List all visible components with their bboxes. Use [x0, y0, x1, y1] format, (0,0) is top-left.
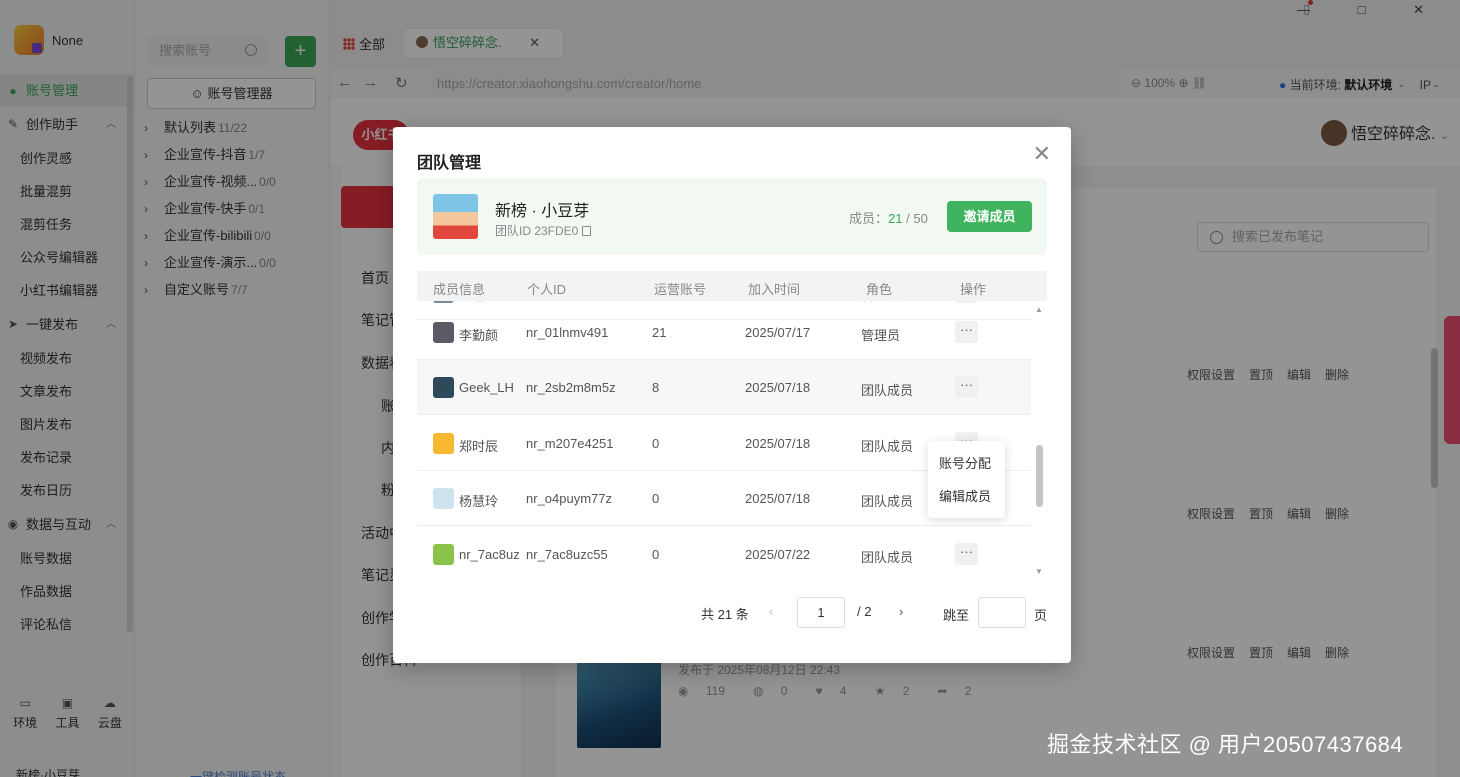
cell-joined: 2025/07/17: [745, 325, 811, 340]
avatar: [433, 301, 454, 303]
cell-id: nr_2sb2m8m5z: [526, 380, 616, 395]
cell-id: nr_7ac8uzc55: [526, 547, 608, 562]
watermark: 掘金技术社区 @ 用户20507437684: [1047, 732, 1404, 757]
column-header: 个人ID: [527, 282, 567, 297]
cell-role: 团队成员: [861, 383, 914, 398]
cell-accounts: 8: [652, 380, 660, 395]
scroll-down-icon[interactable]: ▼: [1035, 567, 1043, 576]
copy-icon[interactable]: [582, 226, 592, 236]
jump-page-input[interactable]: [978, 597, 1026, 628]
scroll-up-icon[interactable]: ▲: [1035, 305, 1043, 314]
member-table-header: 成员信息 个人ID 运营账号 加入时间 角色 操作: [417, 271, 1047, 301]
invite-member-button[interactable]: 邀请成员: [947, 201, 1032, 232]
cell-accounts: 21: [652, 325, 667, 340]
column-header: 加入时间: [748, 282, 801, 297]
column-header: 运营账号: [654, 282, 707, 297]
table-row: 李勤颜 nr_01lnmv491 21 2025/07/17 管理员 ···: [417, 305, 1031, 360]
avatar: [433, 488, 454, 509]
member-count-label: 成员：: [849, 211, 889, 226]
cell-id: nr_m207e4251: [526, 436, 614, 451]
next-page-icon[interactable]: ›: [899, 604, 903, 619]
pagination: 共 21 条 ‹ 1 / 2 › 跳至 页: [393, 597, 1071, 629]
team-management-modal: 团队管理 ✕ 新榜 · 小豆芽 团队ID 23FDE0 成员：21 / 50 邀…: [393, 127, 1071, 663]
cell-joined: 2025/07/18: [745, 436, 811, 451]
more-actions-button[interactable]: ···: [955, 376, 978, 398]
avatar: [433, 544, 454, 565]
avatar: [433, 322, 454, 343]
prev-page-icon[interactable]: ‹: [769, 604, 773, 619]
more-actions-button[interactable]: ···: [955, 301, 978, 303]
row-action-dropdown: 账号分配 编辑成员: [928, 441, 1005, 518]
more-actions-button[interactable]: ···: [955, 543, 978, 565]
cell-role: 管理员: [861, 301, 900, 304]
member-limit: / 50: [906, 211, 928, 226]
assign-accounts-option[interactable]: 账号分配: [939, 453, 991, 472]
edit-member-option[interactable]: 编辑成员: [939, 486, 991, 505]
cell-name: 杨靖宇: [459, 301, 498, 304]
cell-joined: 2025/07/18: [745, 380, 811, 395]
column-header: 角色: [866, 282, 893, 297]
pagination-total: 共 21 条: [701, 607, 749, 622]
cell-name: Geek_LH: [459, 380, 514, 395]
team-avatar: [433, 194, 478, 239]
column-header: 成员信息: [433, 282, 486, 297]
cell-name: 郑时辰: [459, 439, 499, 454]
close-icon[interactable]: ✕: [1033, 143, 1051, 165]
avatar: [433, 377, 454, 398]
cell-role: 管理员: [861, 328, 901, 343]
cell-joined: 2025/07/18: [745, 491, 811, 506]
team-id-text: 团队ID 23FDE0: [495, 224, 579, 238]
cell-role: 团队成员: [861, 439, 914, 454]
page-unit-label: 页: [1034, 608, 1048, 623]
cell-id: nr_o4puym77z: [526, 491, 612, 506]
team-id: 团队ID 23FDE0: [495, 222, 592, 239]
cell-name: 李勤颜: [459, 328, 499, 343]
cell-joined: 2025/07/22: [745, 547, 811, 562]
jump-label: 跳至: [943, 608, 970, 623]
table-row: nr_7ac8uz nr_7ac8uzc55 0 2025/07/22 团队成员 ···: [417, 527, 1031, 581]
member-count-value: 21: [888, 211, 903, 226]
current-page-input[interactable]: 1: [797, 597, 845, 628]
modal-title: 团队管理: [417, 155, 482, 172]
more-actions-button[interactable]: ···: [955, 321, 978, 343]
cell-accounts: 0: [652, 547, 660, 562]
total-pages: / 2: [857, 604, 872, 619]
member-count: 成员：21 / 50: [849, 208, 928, 227]
column-header: 操作: [960, 282, 987, 297]
cell-accounts: 0: [652, 491, 660, 506]
avatar: [433, 433, 454, 454]
team-info-card: 新榜 · 小豆芽 团队ID 23FDE0 成员：21 / 50 邀请成员: [417, 178, 1047, 255]
cell-id: nr_01lnmv491: [526, 325, 609, 340]
cell-name: 杨慧玲: [459, 494, 499, 509]
table-scrollbar[interactable]: [1036, 445, 1043, 507]
cell-role: 团队成员: [861, 494, 914, 509]
cell-accounts: 0: [652, 436, 660, 451]
cell-name: nr_7ac8uz: [459, 547, 520, 562]
table-row: Geek_LH nr_2sb2m8m5z 8 2025/07/18 团队成员 ···: [417, 360, 1031, 415]
team-name: 新榜 · 小豆芽: [495, 203, 590, 220]
cell-role: 团队成员: [861, 550, 914, 565]
